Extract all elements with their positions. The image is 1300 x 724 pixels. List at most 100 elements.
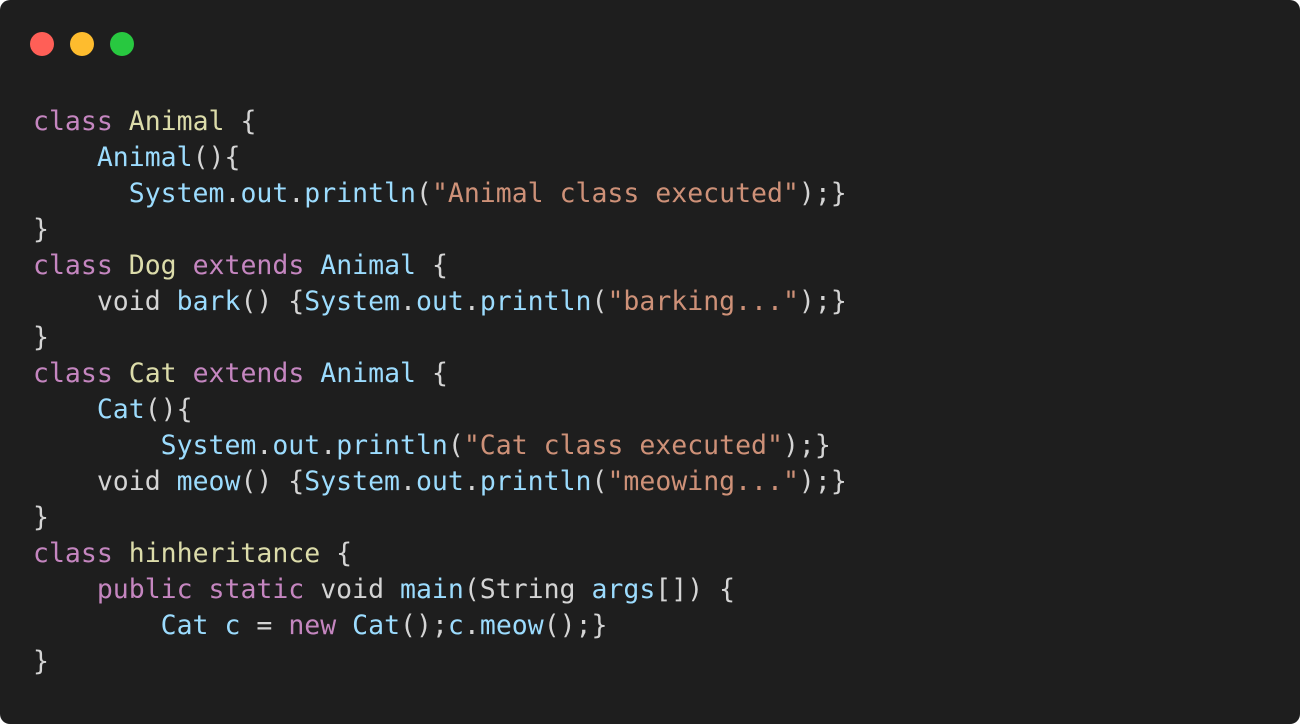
code-token-plain: {: [320, 538, 353, 569]
code-token-keyword: class: [33, 106, 113, 137]
code-token-ident: Animal: [320, 358, 416, 389]
code-line: }: [33, 212, 847, 248]
code-token-class: Dog: [128, 250, 177, 281]
code-token-keyword: class: [33, 358, 113, 389]
code-token-ident: c: [224, 610, 241, 641]
code-line: }: [33, 320, 847, 356]
code-token-plain: ();}: [543, 610, 608, 641]
code-token-string: "barking...": [607, 286, 799, 317]
code-token-ident: out: [272, 430, 321, 461]
code-line: Cat c = new Cat();c.meow();}: [33, 608, 847, 644]
code-token-ident: Cat: [96, 394, 145, 425]
code-token-string: "meowing...": [607, 466, 799, 497]
code-token-plain: () {: [240, 286, 305, 317]
code-token-ident: out: [240, 178, 289, 209]
minimize-button[interactable]: [70, 32, 94, 56]
code-token-string: "Cat class executed": [463, 430, 783, 461]
code-token-ident: System: [304, 286, 400, 317]
code-token-ident: System: [304, 466, 400, 497]
code-token-ident: System: [128, 178, 225, 209]
code-token-plain: );}: [798, 286, 847, 317]
code-line: class Dog extends Animal {: [33, 248, 847, 284]
code-token-ident: c: [447, 610, 464, 641]
code-token-ident: out: [415, 466, 464, 497]
code-token-class: Cat: [128, 358, 177, 389]
code-token-plain: .: [224, 178, 241, 209]
code-token-ident: main: [400, 574, 464, 605]
code-token-ident: meow: [176, 466, 241, 497]
code-token-plain: void: [304, 574, 400, 605]
code-token-plain: .: [400, 286, 416, 317]
code-block: class Animal { Animal(){ System.out.prin…: [33, 104, 847, 680]
code-token-plain: .: [288, 178, 305, 209]
code-token-ident: out: [415, 286, 464, 317]
code-token-plain: =: [240, 610, 289, 641]
code-line: class Animal {: [33, 104, 847, 140]
code-token-keyword: new: [288, 610, 337, 641]
code-token-plain: }: [33, 502, 49, 533]
code-token-ident: println: [336, 430, 448, 461]
code-token-plain: (: [591, 286, 608, 317]
code-token-keyword: public: [96, 574, 193, 605]
code-token-plain: void: [96, 286, 177, 317]
code-token-plain: );}: [798, 178, 847, 209]
code-token-ident: Animal: [320, 250, 416, 281]
close-button[interactable]: [30, 32, 54, 56]
code-token-plain: (: [591, 466, 608, 497]
code-window: class Animal { Animal(){ System.out.prin…: [0, 0, 1300, 724]
code-token-ident: Cat: [352, 610, 401, 641]
code-token-plain: .: [256, 430, 273, 461]
code-token-keyword: class: [33, 250, 113, 281]
code-line: public static void main(String args[]) {: [33, 572, 847, 608]
code-token-plain: .: [463, 610, 480, 641]
code-token-plain: {: [415, 358, 448, 389]
code-token-keyword: static: [208, 574, 305, 605]
code-token-plain: (: [447, 430, 464, 461]
code-token-plain: {: [224, 106, 257, 137]
code-token-plain: .: [400, 466, 416, 497]
code-token-ident: Cat: [160, 610, 209, 641]
code-token-plain: );}: [782, 430, 831, 461]
code-token-ident: Animal: [96, 142, 193, 173]
code-line: class hinheritance {: [33, 536, 847, 572]
code-line: Animal(){: [33, 140, 847, 176]
code-token-ident: bark: [176, 286, 241, 317]
code-token-ident: meow: [479, 610, 544, 641]
code-token-ident: println: [479, 466, 592, 497]
code-token-plain: () {: [240, 466, 305, 497]
code-token-plain: {: [415, 250, 448, 281]
code-token-plain: []) {: [655, 574, 736, 605]
code-token-class: Animal: [128, 106, 225, 137]
code-token-string: "Animal class executed": [431, 178, 799, 209]
code-token-plain: }: [33, 322, 49, 353]
code-line: class Cat extends Animal {: [33, 356, 847, 392]
window-controls: [30, 32, 134, 56]
maximize-button[interactable]: [110, 32, 134, 56]
code-token-plain: );}: [798, 466, 847, 497]
code-token-ident: System: [160, 430, 257, 461]
code-token-ident: println: [304, 178, 416, 209]
code-token-plain: (: [415, 178, 432, 209]
code-token-plain: }: [33, 214, 49, 245]
code-token-plain: (){: [144, 394, 193, 425]
code-token-class: hinheritance: [128, 538, 321, 569]
code-line: }: [33, 500, 847, 536]
code-token-plain: (){: [192, 142, 241, 173]
code-token-plain: ();: [400, 610, 448, 641]
code-token-ident: args: [591, 574, 656, 605]
code-token-keyword: extends: [192, 358, 305, 389]
code-token-ident: println: [479, 286, 592, 317]
